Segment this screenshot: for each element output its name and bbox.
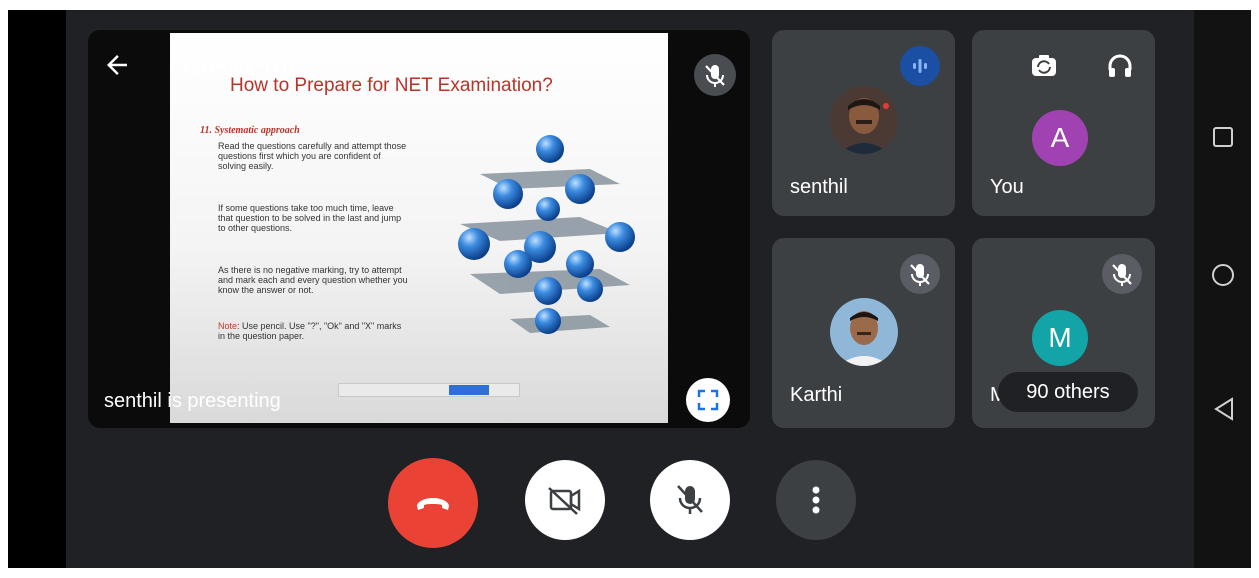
mic-off-icon	[677, 485, 703, 514]
back-button[interactable]	[1212, 396, 1236, 427]
recent-apps-button[interactable]	[1212, 126, 1234, 153]
slide-note: Note: Use pencil. Use "?", "Ok" and "X" …	[218, 321, 408, 341]
switch-camera-icon	[1032, 55, 1056, 76]
slide-illustration	[458, 135, 635, 334]
headphones-icon	[1108, 54, 1132, 77]
avatar: A	[1032, 110, 1088, 166]
fullscreen-button[interactable]	[686, 378, 730, 422]
others-count-badge[interactable]: 90 others	[998, 372, 1138, 412]
home-button[interactable]	[1210, 262, 1236, 293]
participant-tile-self[interactable]: A You	[972, 30, 1155, 216]
fullscreen-icon	[697, 389, 719, 411]
avatar	[830, 86, 898, 154]
slide-note-label: Note	[218, 321, 238, 331]
avatar	[830, 298, 898, 366]
slide-toolbar-button	[449, 385, 489, 395]
mic-off-icon	[910, 264, 930, 286]
audio-output-button[interactable]	[1100, 46, 1140, 86]
end-call-button[interactable]	[388, 458, 478, 548]
more-vertical-icon	[812, 486, 820, 514]
speaking-icon	[913, 59, 927, 73]
slide-title: How to Prepare for NET Examination?	[230, 75, 553, 96]
slide-note-text: : Use pencil. Use "?", "Ok" and "X" mark…	[218, 321, 402, 341]
triangle-back-icon	[1214, 397, 1233, 421]
slide-paragraph: If some questions take too much time, le…	[218, 203, 402, 233]
system-nav-bar	[1194, 10, 1251, 568]
participant-name: Karthi	[790, 384, 843, 406]
speaking-badge	[900, 46, 940, 86]
meeting-code-text: yya-bifq-rzn	[180, 52, 295, 77]
camera-toggle-button[interactable]	[525, 460, 605, 540]
presenting-label: senthil is presenting	[104, 390, 281, 412]
slide-heading: 11. Systematic approach	[200, 125, 300, 136]
call-end-icon	[417, 498, 449, 510]
presenter-mic-off-badge	[694, 54, 736, 96]
meet-call-screen: How to Prepare for NET Examination? 11. …	[8, 10, 1251, 568]
camera-off-icon	[548, 487, 581, 515]
participant-tile[interactable]: Karthi	[772, 238, 955, 428]
slide-paragraph: As there is no negative marking, try to …	[218, 265, 408, 295]
square-icon	[1213, 127, 1233, 147]
meeting-code[interactable]: yya-bifq-rzn ›	[180, 52, 308, 78]
more-options-button[interactable]	[776, 460, 856, 540]
chevron-right-icon: ›	[301, 52, 309, 77]
participant-tile[interactable]: senthil	[772, 30, 955, 216]
participant-name: You	[990, 176, 1024, 198]
slide-paragraph: Read the questions carefully and attempt…	[218, 141, 407, 171]
left-rail	[8, 10, 66, 568]
mic-off-icon	[705, 65, 725, 87]
shared-slide: How to Prepare for NET Examination? 11. …	[170, 33, 668, 423]
slide-toolbar	[338, 383, 520, 397]
participant-tile[interactable]: M M 90 others	[972, 238, 1155, 428]
participant-name: senthil	[790, 176, 848, 198]
avatar: M	[1032, 310, 1088, 366]
circle-icon	[1212, 264, 1234, 286]
mic-toggle-button[interactable]	[650, 460, 730, 540]
switch-camera-button[interactable]	[1024, 46, 1064, 86]
mic-off-badge	[1102, 254, 1142, 294]
back-arrow-icon[interactable]	[102, 50, 136, 84]
mic-off-badge	[900, 254, 940, 294]
mic-off-icon	[1112, 264, 1132, 286]
presentation-panel[interactable]: How to Prepare for NET Examination? 11. …	[88, 30, 750, 428]
